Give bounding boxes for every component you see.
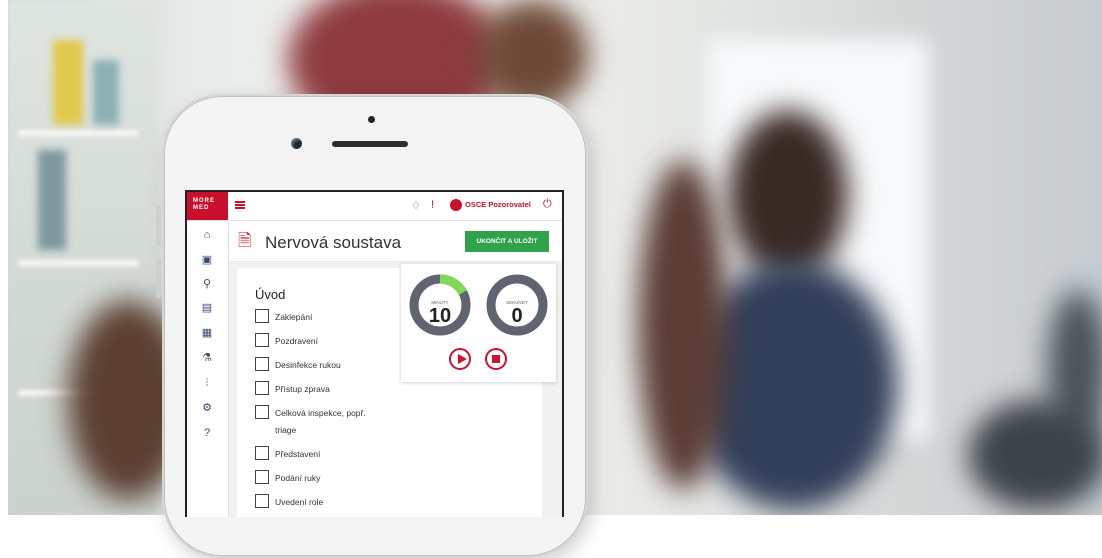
document-icon: 🗎: [238, 231, 252, 250]
timer-panel: MINUTY 10 SEKUNDY 0: [401, 264, 556, 382]
seconds-value: 0: [511, 305, 523, 327]
phone-volume-button: [156, 205, 161, 245]
sidebar: ⌂ ▣ ⚲ ▤ ▦ ⚗ ⫶ ⚙ ?: [187, 221, 229, 517]
phone-volume-button: [156, 258, 161, 298]
item-label: Přístup zprava: [275, 384, 330, 394]
item-label: Zaklepání: [275, 312, 313, 322]
seconds-gauge: SEKUNDY 0: [484, 272, 550, 338]
screen-icon[interactable]: ▤: [201, 302, 213, 314]
book: [53, 40, 83, 125]
book: [38, 150, 66, 250]
top-bar: MORE MED ♢ ! OSCE Pozorovatel ⏻: [187, 192, 562, 221]
checkbox[interactable]: [255, 309, 269, 323]
item-label: Desinfekce rukou: [275, 360, 341, 370]
minutes-gauge: MINUTY 10: [407, 272, 473, 338]
settings-icon[interactable]: ⚙: [201, 402, 213, 414]
user-avatar-icon[interactable]: [450, 199, 462, 211]
stop-icon: [492, 355, 500, 363]
app-screen: MORE MED ♢ ! OSCE Pozorovatel ⏻ ⌂ ▣ ⚲ ▤ …: [185, 190, 564, 517]
section-title: Úvod: [255, 287, 286, 302]
power-icon[interactable]: ⏻: [543, 198, 552, 211]
help-icon[interactable]: ?: [201, 427, 213, 439]
play-icon: [458, 354, 467, 364]
item-label: Představení: [275, 449, 321, 459]
alert-icon[interactable]: !: [431, 199, 434, 211]
checkbox[interactable]: [255, 494, 269, 508]
item-label-continued: triage: [275, 425, 297, 435]
item-label: Celková inspekce, popř.: [275, 408, 366, 418]
search-icon[interactable]: ⚲: [201, 278, 213, 290]
page-header: 🗎 Nervová soustava UKONČIT A ULOŽIT: [229, 221, 562, 262]
app-logo[interactable]: MORE MED: [187, 192, 228, 220]
checkbox[interactable]: [255, 405, 269, 419]
item-label: Pozdravení: [275, 336, 318, 346]
checkbox[interactable]: [255, 470, 269, 484]
phone-sensor: [368, 116, 375, 123]
page-title: Nervová soustava: [265, 233, 402, 252]
phone-speaker: [332, 141, 408, 147]
checkbox[interactable]: [255, 446, 269, 460]
clipboard-icon[interactable]: ▣: [201, 254, 213, 266]
menu-icon[interactable]: [235, 201, 245, 209]
stop-button[interactable]: [485, 348, 507, 370]
play-button[interactable]: [449, 348, 471, 370]
flask-icon[interactable]: ⚗: [201, 352, 213, 364]
item-label: Uvedení role: [275, 497, 324, 507]
checkbox[interactable]: [255, 333, 269, 347]
person-blur: [728, 110, 848, 280]
book: [93, 60, 119, 125]
form-icon[interactable]: ▦: [201, 327, 213, 339]
shelf-board: [18, 130, 138, 136]
phone-camera: [291, 138, 302, 149]
user-name[interactable]: OSCE Pozorovatel: [465, 200, 531, 209]
shelf-board: [18, 260, 138, 266]
home-icon[interactable]: ⌂: [201, 229, 213, 241]
bell-icon[interactable]: ♢: [411, 199, 421, 212]
person-blur: [638, 160, 728, 490]
chart-icon[interactable]: ⫶: [201, 377, 213, 389]
checkbox[interactable]: [255, 381, 269, 395]
minutes-value: 10: [428, 305, 452, 327]
finish-and-save-button[interactable]: UKONČIT A ULOŽIT: [465, 231, 549, 252]
checkbox[interactable]: [255, 357, 269, 371]
item-label: Podání ruky: [275, 473, 321, 483]
monitor-blur: [968, 400, 1102, 510]
